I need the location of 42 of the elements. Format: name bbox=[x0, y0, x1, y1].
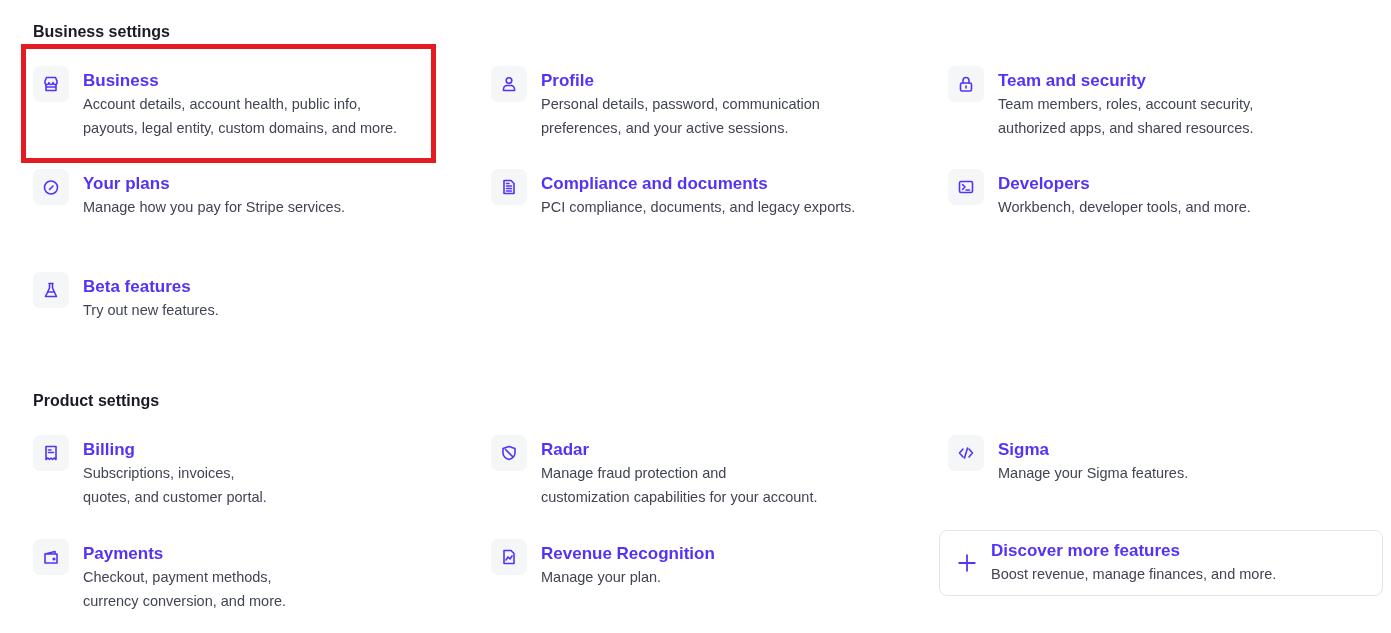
settings-link[interactable]: Payments bbox=[83, 543, 287, 565]
settings-description: Try out new features. bbox=[83, 301, 219, 320]
settings-link[interactable]: Beta features bbox=[83, 276, 219, 298]
settings-description: Boost revenue, manage finances, and more. bbox=[991, 565, 1277, 584]
gauge-icon bbox=[42, 178, 60, 196]
store-icon bbox=[42, 75, 60, 93]
settings-description: Workbench, developer tools, and more. bbox=[998, 198, 1251, 217]
settings-link[interactable]: Team and security bbox=[998, 70, 1254, 92]
settings-description: Subscriptions, invoices, quotes, and customer portal. bbox=[83, 464, 267, 507]
settings-link[interactable]: Billing bbox=[83, 439, 267, 461]
section-heading: Business settings bbox=[33, 22, 171, 42]
settings-description: Manage your plan. bbox=[541, 568, 663, 587]
lock-icon bbox=[957, 75, 975, 93]
receipt-icon bbox=[42, 444, 60, 462]
settings-link[interactable]: Business bbox=[83, 70, 398, 92]
section-heading: Product settings bbox=[33, 391, 161, 411]
settings-link[interactable]: Radar bbox=[541, 439, 818, 461]
settings-link[interactable]: Discover more features bbox=[991, 540, 1277, 562]
document-icon bbox=[500, 178, 518, 196]
settings-description: Manage your Sigma features. bbox=[998, 464, 1189, 483]
settings-link[interactable]: Sigma bbox=[998, 439, 1189, 461]
plus-icon bbox=[957, 553, 977, 573]
person-icon bbox=[500, 75, 518, 93]
flask-icon bbox=[42, 281, 60, 299]
settings-link[interactable]: Profile bbox=[541, 70, 820, 92]
settings-description: PCI compliance, documents, and legacy exports. bbox=[541, 198, 856, 217]
settings-link[interactable]: Revenue Recognition bbox=[541, 543, 715, 565]
settings-description: Manage how you pay for Stripe services. bbox=[83, 198, 345, 217]
settings-description: Personal details, password, communication preferences, and your active sessions. bbox=[541, 95, 820, 138]
shield-icon bbox=[500, 444, 518, 462]
code-icon bbox=[957, 444, 975, 462]
chart-document-icon bbox=[500, 548, 518, 566]
settings-description: Manage fraud protection and customization capabilities for your account. bbox=[541, 464, 818, 507]
settings-description: Account details, account health, public info, payouts, legal entity, custom domains, and more. bbox=[83, 95, 398, 138]
settings-link[interactable]: Developers bbox=[998, 173, 1251, 195]
wallet-icon bbox=[42, 548, 60, 566]
settings-link[interactable]: Your plans bbox=[83, 173, 345, 195]
settings-description: Team members, roles, account security, authorized apps, and shared resources. bbox=[998, 95, 1254, 138]
settings-link[interactable]: Compliance and documents bbox=[541, 173, 856, 195]
feature-card[interactable]: Discover more features Boost revenue, manage finances, and more. bbox=[939, 530, 1383, 596]
settings-description: Checkout, payment methods, currency conversion, and more. bbox=[83, 568, 287, 611]
terminal-icon bbox=[957, 178, 975, 196]
